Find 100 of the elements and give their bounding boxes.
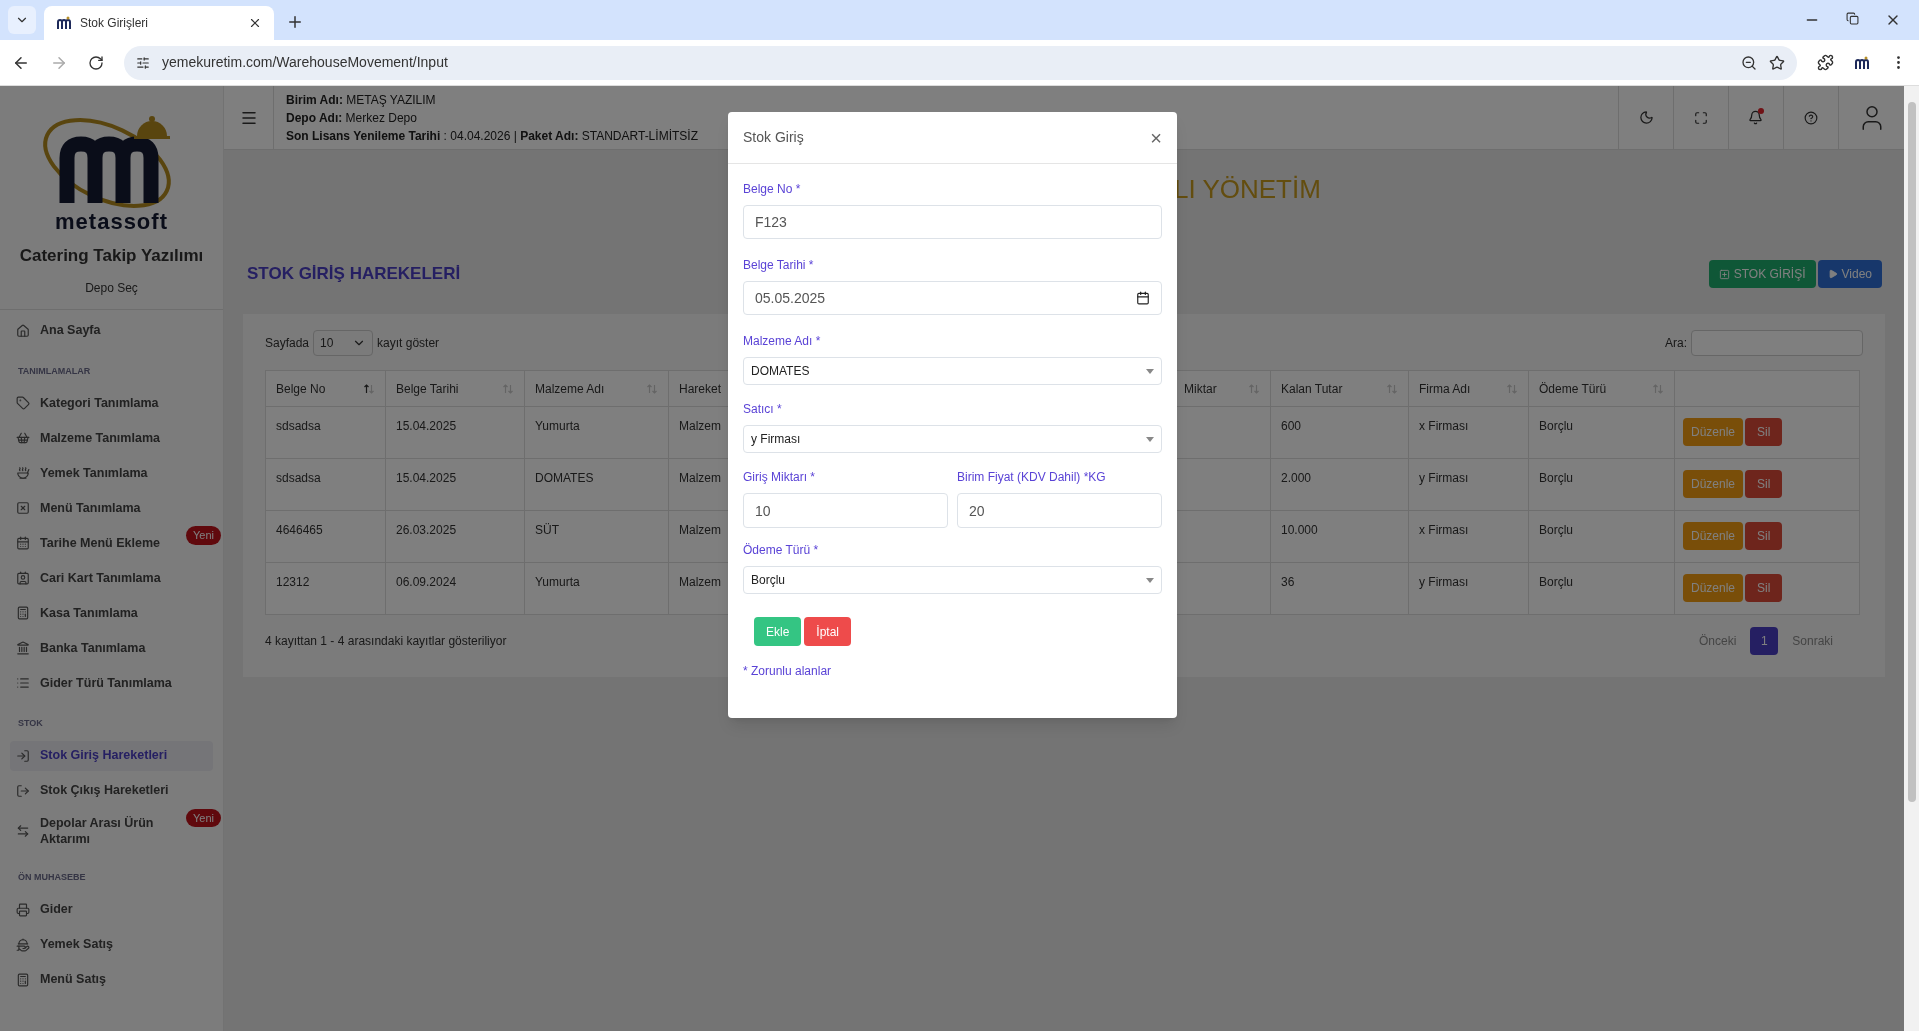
table-cell: y Firması	[1408, 458, 1529, 511]
bowl-icon	[16, 466, 30, 480]
nav-label: Cari Kart Tanımlama	[40, 569, 161, 587]
sort-icon	[1506, 382, 1518, 395]
nav-label: Stok Giriş Hareketleri	[40, 747, 168, 764]
nav-item[interactable]: Yemek Satış	[10, 929, 213, 960]
nav-item[interactable]: Banka Tanımlama	[10, 633, 213, 663]
reload-icon[interactable]	[88, 54, 104, 71]
list-icon	[16, 676, 30, 690]
scrollbar[interactable]	[1904, 86, 1919, 1031]
nav-item[interactable]: Menü Satış	[10, 964, 213, 995]
url-field[interactable]: yemekuretim.com/WarehouseMovement/Input	[124, 45, 1797, 80]
nav-label: Menü Tanımlama	[40, 499, 141, 517]
field-label: Belge Tarihi *	[743, 257, 815, 274]
play-icon	[1827, 269, 1838, 279]
table-cell: Yumurta	[524, 406, 669, 459]
site-settings-icon[interactable]	[136, 55, 150, 70]
table-cell: sdsadsa	[265, 458, 386, 511]
help-icon[interactable]	[1804, 110, 1818, 125]
restore-icon[interactable]	[1846, 12, 1859, 25]
license-info: Birim Adı: METAŞ YAZILIM	[286, 91, 437, 108]
nav-item[interactable]: Kasa Tanımlama	[10, 598, 213, 628]
field-label: Birim Fiyat (KDV Dahil) *KG	[957, 469, 1107, 486]
add-button[interactable]: Ekle	[754, 617, 802, 646]
column-header[interactable]: Malzeme Adı	[524, 370, 669, 407]
number-field[interactable]: 10	[743, 493, 948, 528]
table-cell: 10.000	[1270, 510, 1409, 563]
table-cell: 15.04.2025	[385, 406, 525, 459]
select-field[interactable]: y Firması	[743, 425, 1162, 453]
dark-mode-icon[interactable]	[1638, 110, 1654, 125]
date-field[interactable]: 05.05.2025	[743, 281, 1162, 315]
number-field[interactable]: 20	[957, 493, 1162, 528]
video-button[interactable]: Video	[1817, 260, 1882, 288]
tab-title: Stok Girişleri	[80, 15, 149, 32]
page-length-select[interactable]: 10	[313, 330, 374, 356]
table-cell: x Firması	[1408, 406, 1529, 459]
fullscreen-icon[interactable]	[1694, 110, 1708, 125]
brand-name: metassoft	[55, 211, 168, 233]
printer-icon	[16, 902, 30, 917]
nav-item[interactable]: Ana Sayfa	[10, 315, 213, 346]
depot-select-link[interactable]: Depo Seç	[85, 278, 138, 297]
bookmark-star-icon[interactable]	[1769, 54, 1785, 71]
delete-button[interactable]: Sil	[1745, 522, 1783, 550]
table-cell: SÜT	[524, 510, 669, 563]
nav-label: Gider	[40, 901, 73, 919]
column-header[interactable]: Belge Tarihi	[385, 370, 525, 407]
x-square-icon	[16, 501, 30, 515]
new-tab-icon[interactable]	[286, 13, 304, 31]
table-cell: Yumurta	[524, 562, 669, 615]
nav-item[interactable]: Malzeme Tanımlama	[10, 423, 213, 453]
close-button[interactable]: ×	[1150, 127, 1162, 148]
arrows-icon	[16, 824, 30, 839]
nav-item[interactable]: Kategori Tanımlama	[10, 388, 213, 418]
column-header[interactable]: Ödeme Türü	[1528, 370, 1675, 407]
plus-icon	[1718, 268, 1730, 280]
table-cell: 12312	[265, 562, 386, 615]
nav-item[interactable]: Depolar Arası Ürün Aktarımı	[10, 810, 181, 853]
table-cell: 26.03.2025	[385, 510, 525, 563]
delete-button[interactable]: Sil	[1745, 470, 1783, 498]
nav-item[interactable]: Menü Tanımlama	[10, 493, 213, 523]
nav-item[interactable]: Stok Çıkış Hareketleri	[10, 775, 213, 806]
field-label: Malzeme Adı *	[743, 333, 822, 350]
search-field[interactable]	[1691, 330, 1863, 356]
add-stock-button[interactable]: STOK GİRİŞİ	[1708, 260, 1816, 288]
delete-button[interactable]: Sil	[1745, 418, 1783, 446]
logo-icon	[1854, 54, 1870, 71]
nav-item[interactable]: Gider	[10, 894, 213, 925]
nav-item[interactable]: Cari Kart Tanımlama	[10, 563, 213, 593]
nav-label: Tarihe Menü Ekleme	[40, 534, 160, 552]
column-header[interactable]: Belge No	[265, 370, 386, 407]
field-label: Giriş Miktarı *	[743, 469, 816, 486]
cancel-button[interactable]: İptal	[804, 617, 852, 646]
document-number-field[interactable]: F123	[743, 205, 1162, 239]
nav-item[interactable]: Gider Türü Tanımlama	[10, 668, 213, 698]
logo-icon	[56, 15, 72, 31]
page-button[interactable]: 1	[1750, 627, 1779, 655]
close-icon[interactable]	[248, 16, 262, 30]
table-cell: 2.000	[1270, 458, 1409, 511]
nav-item[interactable]: Yemek Tanımlama	[10, 458, 213, 488]
table-cell: Borçlu	[1528, 406, 1675, 459]
calendar-icon[interactable]	[1136, 291, 1150, 305]
nav-item[interactable]: Stok Giriş Hareketleri	[10, 740, 213, 771]
page-title: STOK GİRİŞ HAREKELERİ	[247, 263, 461, 286]
nav-item[interactable]: Tarihe Menü Ekleme	[10, 528, 181, 558]
extensions-icon[interactable]	[1817, 54, 1834, 71]
zoom-icon[interactable]	[1741, 54, 1757, 71]
select-field[interactable]: DOMATES	[743, 357, 1162, 385]
table-info: 4 kayıttan 1 - 4 arasındaki kayıtlar gösteriliyor	[265, 633, 507, 650]
column-header[interactable]: Firma Adı	[1408, 370, 1529, 407]
delete-button[interactable]: Sil	[1745, 574, 1783, 602]
select-field[interactable]: Borçlu	[743, 566, 1162, 594]
browser-tab[interactable]: Stok Girişleri	[44, 6, 274, 40]
calendar-icon	[16, 536, 30, 550]
dialog-title: Stok Giriş	[743, 128, 804, 147]
nav-label: Menü Satış	[40, 971, 106, 989]
tag-icon	[16, 396, 30, 410]
notification-bell-icon[interactable]	[1748, 109, 1764, 126]
license-info: Depo Adı: Merkez Depo	[286, 109, 418, 126]
url-text: yemekuretim.com/WarehouseMovement/Input	[162, 53, 449, 72]
column-header[interactable]: Kalan Tutar	[1270, 370, 1409, 407]
